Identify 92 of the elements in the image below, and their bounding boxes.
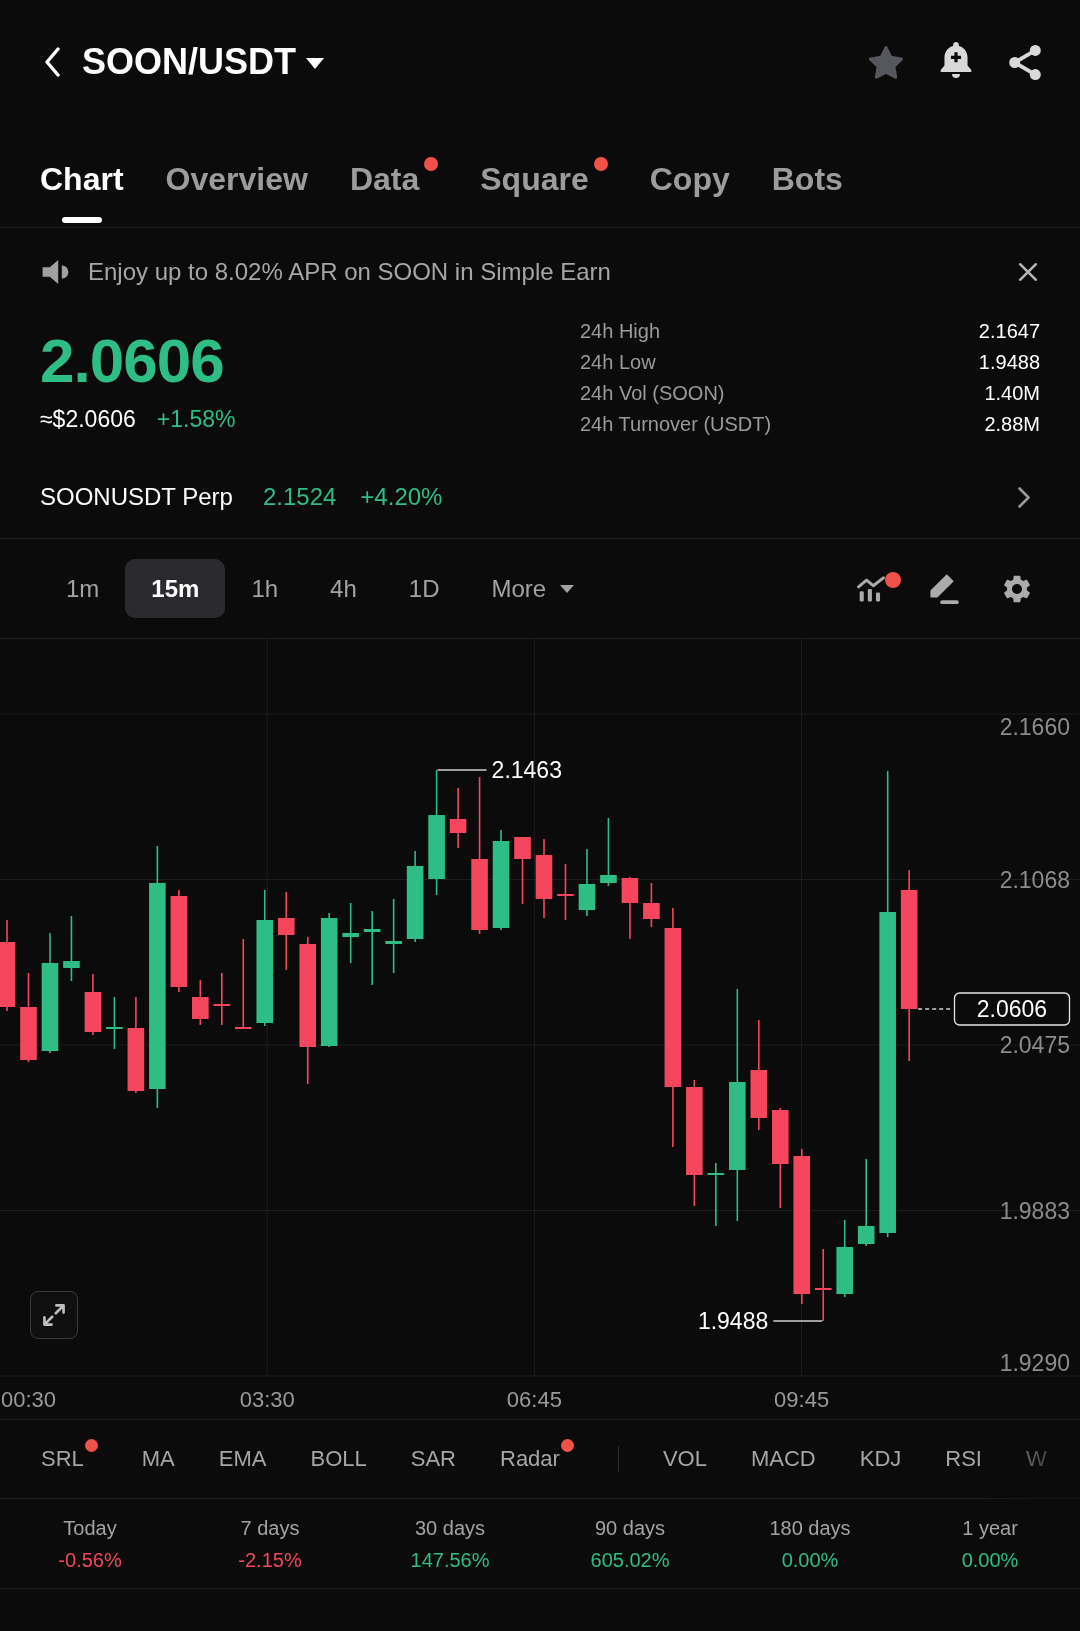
falling-candle	[621, 876, 639, 940]
stat-label: 24h High	[580, 319, 661, 344]
period-change: 605.02%	[589, 1548, 671, 1573]
falling-candle	[643, 882, 660, 928]
rising-candle	[600, 817, 617, 887]
interval-tab[interactable]: 15m	[125, 559, 226, 618]
period-change: 0.00%	[960, 1548, 1020, 1573]
tab[interactable]: Data	[349, 124, 439, 227]
time-axis-label: 03:30	[239, 1386, 295, 1412]
tab[interactable]: Chart	[40, 124, 124, 227]
period-change: -2.15%	[237, 1548, 303, 1573]
time-axis-label: 09:45	[774, 1386, 830, 1412]
falling-candle	[213, 972, 231, 1026]
stat-value: 1.9488	[978, 350, 1040, 375]
time-axis-label: 00:30	[1, 1386, 57, 1412]
pair-dropdown[interactable]: SOON/USDT	[82, 41, 324, 83]
indicator-tab[interactable]: SAR	[410, 1439, 456, 1479]
indicator-tab[interactable]: KDJ	[859, 1439, 902, 1479]
period-change: 147.56%	[409, 1548, 491, 1573]
indicator-tab[interactable]: Radar	[500, 1439, 574, 1479]
period-label: 7 days	[239, 1516, 301, 1541]
indicator-tab[interactable]: BOLL	[310, 1439, 367, 1479]
tab[interactable]: Overview	[165, 124, 308, 227]
back-icon[interactable]	[44, 47, 60, 77]
price-axis-label: 2.1660	[999, 714, 1070, 740]
caret-icon	[560, 584, 575, 593]
falling-candle	[514, 836, 531, 905]
stat-label: 24h Vol (SOON)	[580, 381, 725, 406]
price-axis-label: 1.9883	[999, 1197, 1070, 1224]
more-dropdown[interactable]: More	[465, 559, 601, 618]
indicator-tab[interactable]: EMA	[218, 1439, 267, 1479]
stat-value: 1.40M	[984, 381, 1040, 406]
speaker-icon	[42, 260, 69, 284]
rising-candle	[342, 902, 359, 964]
tab[interactable]: Copy	[649, 124, 730, 227]
share-icon[interactable]	[1009, 44, 1041, 80]
price-axis-label: 2.0475	[999, 1032, 1070, 1058]
rising-candle	[106, 996, 123, 1050]
pen-icon[interactable]	[930, 573, 959, 604]
contract-change: +4.20%	[360, 483, 443, 511]
indicator-tab[interactable]: SRL	[41, 1439, 98, 1479]
period-change: -0.56%	[57, 1548, 123, 1573]
period-change: 0.00%	[780, 1548, 840, 1573]
bell-icon[interactable]	[940, 42, 972, 78]
settings-icon[interactable]	[1004, 574, 1030, 603]
announcement-text[interactable]: Enjoy up to 8.02% APR on SOON in Simple Earn	[88, 258, 1000, 286]
price-axis-label: 2.1068	[999, 866, 1070, 893]
stat-value: 2.88M	[984, 412, 1040, 437]
rising-candle	[63, 915, 80, 982]
period-label: Today	[62, 1516, 118, 1541]
indicator-tab[interactable]: RSI	[945, 1439, 982, 1479]
high-price-label: 2.1463	[491, 757, 562, 783]
interval-tab[interactable]: 1h	[225, 559, 305, 618]
leader-line	[772, 1320, 823, 1322]
indicator-tab[interactable]: MA	[141, 1439, 175, 1479]
falling-candle	[84, 973, 102, 1036]
contract-price: 2.1524	[262, 483, 337, 511]
interval-tab[interactable]: 1D	[382, 559, 466, 618]
chevron-right-icon[interactable]	[1018, 486, 1030, 508]
price-axis-label: 1.9290	[999, 1350, 1070, 1376]
star-icon[interactable]	[869, 45, 903, 79]
stat-label: 24h Turnover (USDT)	[580, 412, 772, 437]
indicator-tab[interactable]: MACD	[750, 1439, 816, 1479]
period-label: 30 days	[413, 1516, 487, 1541]
time-axis-label: 06:45	[506, 1386, 562, 1412]
price-change: +1.58%	[156, 405, 236, 434]
fiat-price: ≈$2.0606	[40, 405, 136, 434]
stat-value: 2.1647	[978, 319, 1040, 344]
stat-label: 24h Low	[580, 350, 656, 375]
rising-candle	[707, 1162, 725, 1227]
falling-candle	[192, 979, 209, 1026]
tab[interactable]: Square	[480, 124, 608, 227]
last-price: 2.0606	[40, 328, 225, 394]
falling-candle	[557, 863, 574, 921]
close-icon[interactable]	[1019, 263, 1037, 281]
rising-candle	[578, 848, 596, 917]
period-label: 90 days	[593, 1516, 667, 1541]
expand-button[interactable]	[30, 1291, 78, 1339]
caret-icon	[306, 57, 324, 69]
low-price-label: 1.9488	[697, 1308, 769, 1334]
contract-name[interactable]: SOONUSDT Perp	[40, 483, 233, 511]
last-price-tag: 2.0606	[953, 992, 1071, 1026]
period-label: 180 days	[768, 1516, 852, 1541]
period-label: 1 year	[961, 1516, 1019, 1541]
falling-candle	[449, 787, 467, 849]
leader-line	[436, 769, 488, 771]
indicators-icon[interactable]	[857, 575, 885, 602]
interval-tab[interactable]: 4h	[304, 559, 383, 618]
expand-icon	[43, 1304, 65, 1326]
indicator-tab[interactable]: VOL	[662, 1439, 707, 1479]
tab[interactable]: Bots	[771, 124, 843, 227]
interval-tab[interactable]: 1m	[40, 559, 126, 618]
